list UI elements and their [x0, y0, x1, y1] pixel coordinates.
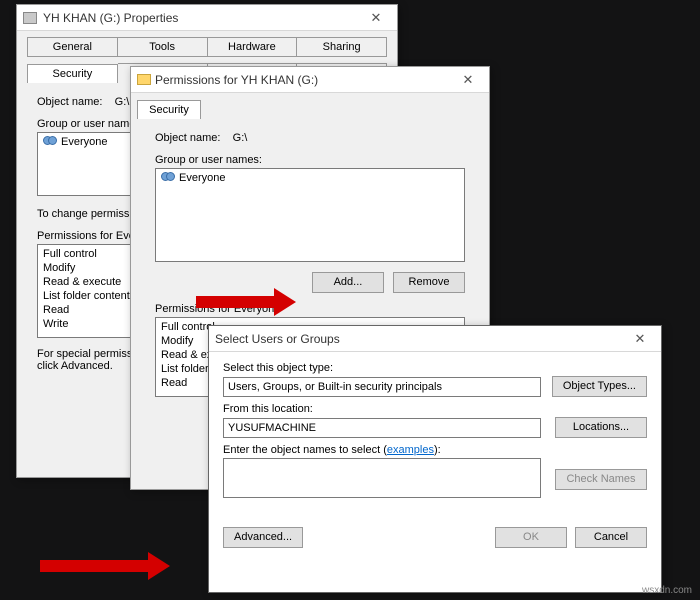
- object-name-label: Object name:: [155, 132, 220, 144]
- advanced-button[interactable]: Advanced...: [223, 527, 303, 548]
- ok-button[interactable]: OK: [495, 527, 567, 548]
- group-icon: [161, 172, 175, 184]
- close-icon[interactable]: ✕: [361, 10, 391, 26]
- tab-security[interactable]: Security: [27, 64, 118, 83]
- properties-titlebar[interactable]: YH KHAN (G:) Properties ✕: [17, 5, 397, 31]
- select-users-body: Select this object type: Object Types...…: [209, 352, 661, 519]
- arrow-icon: [196, 296, 276, 308]
- object-name-label: Object name:: [37, 96, 102, 108]
- tab-sharing[interactable]: Sharing: [297, 37, 387, 57]
- group-icon: [43, 136, 57, 148]
- drive-icon: [23, 12, 37, 24]
- location-field: [223, 418, 541, 438]
- object-names-input[interactable]: [223, 458, 541, 498]
- close-icon[interactable]: ✕: [625, 331, 655, 347]
- list-item-label: Everyone: [179, 172, 225, 184]
- examples-link[interactable]: examples: [387, 444, 434, 456]
- select-users-titlebar[interactable]: Select Users or Groups ✕: [209, 326, 661, 352]
- tab-hardware[interactable]: Hardware: [208, 37, 298, 57]
- location-label: From this location:: [223, 403, 647, 415]
- groups-label: Group or user names:: [155, 154, 465, 166]
- select-users-dialog: Select Users or Groups ✕ Select this obj…: [208, 325, 662, 593]
- remove-button[interactable]: Remove: [393, 272, 465, 293]
- object-type-field: [223, 377, 541, 397]
- check-names-button[interactable]: Check Names: [555, 469, 647, 490]
- tab-tools[interactable]: Tools: [118, 37, 208, 57]
- object-name-value: G:\: [115, 96, 130, 108]
- locations-button[interactable]: Locations...: [555, 417, 647, 438]
- add-button[interactable]: Add...: [312, 272, 384, 293]
- properties-title: YH KHAN (G:) Properties: [43, 11, 361, 25]
- permissions-title: Permissions for YH KHAN (G:): [155, 73, 453, 87]
- permissions-titlebar[interactable]: Permissions for YH KHAN (G:) ✕: [131, 67, 489, 93]
- properties-tabs-row1: General Tools Hardware Sharing: [17, 31, 397, 57]
- groups-listbox[interactable]: Everyone: [155, 168, 465, 262]
- object-name-value: G:\: [233, 132, 248, 144]
- select-users-footer: Advanced... OK Cancel: [209, 519, 661, 560]
- tab-general[interactable]: General: [27, 37, 118, 57]
- close-icon[interactable]: ✕: [453, 72, 483, 88]
- tab-security[interactable]: Security: [137, 100, 201, 119]
- watermark: wsxdn.com: [642, 585, 692, 596]
- arrow-icon: [40, 560, 150, 572]
- object-names-label: Enter the object names to select (exampl…: [223, 444, 647, 456]
- object-type-label: Select this object type:: [223, 362, 647, 374]
- object-types-button[interactable]: Object Types...: [552, 376, 647, 397]
- folder-icon: [137, 74, 151, 85]
- permissions-tabs: Security: [131, 93, 489, 118]
- list-item-label: Everyone: [61, 136, 107, 148]
- select-users-title: Select Users or Groups: [215, 332, 625, 346]
- cancel-button[interactable]: Cancel: [575, 527, 647, 548]
- list-item[interactable]: Everyone: [158, 171, 462, 185]
